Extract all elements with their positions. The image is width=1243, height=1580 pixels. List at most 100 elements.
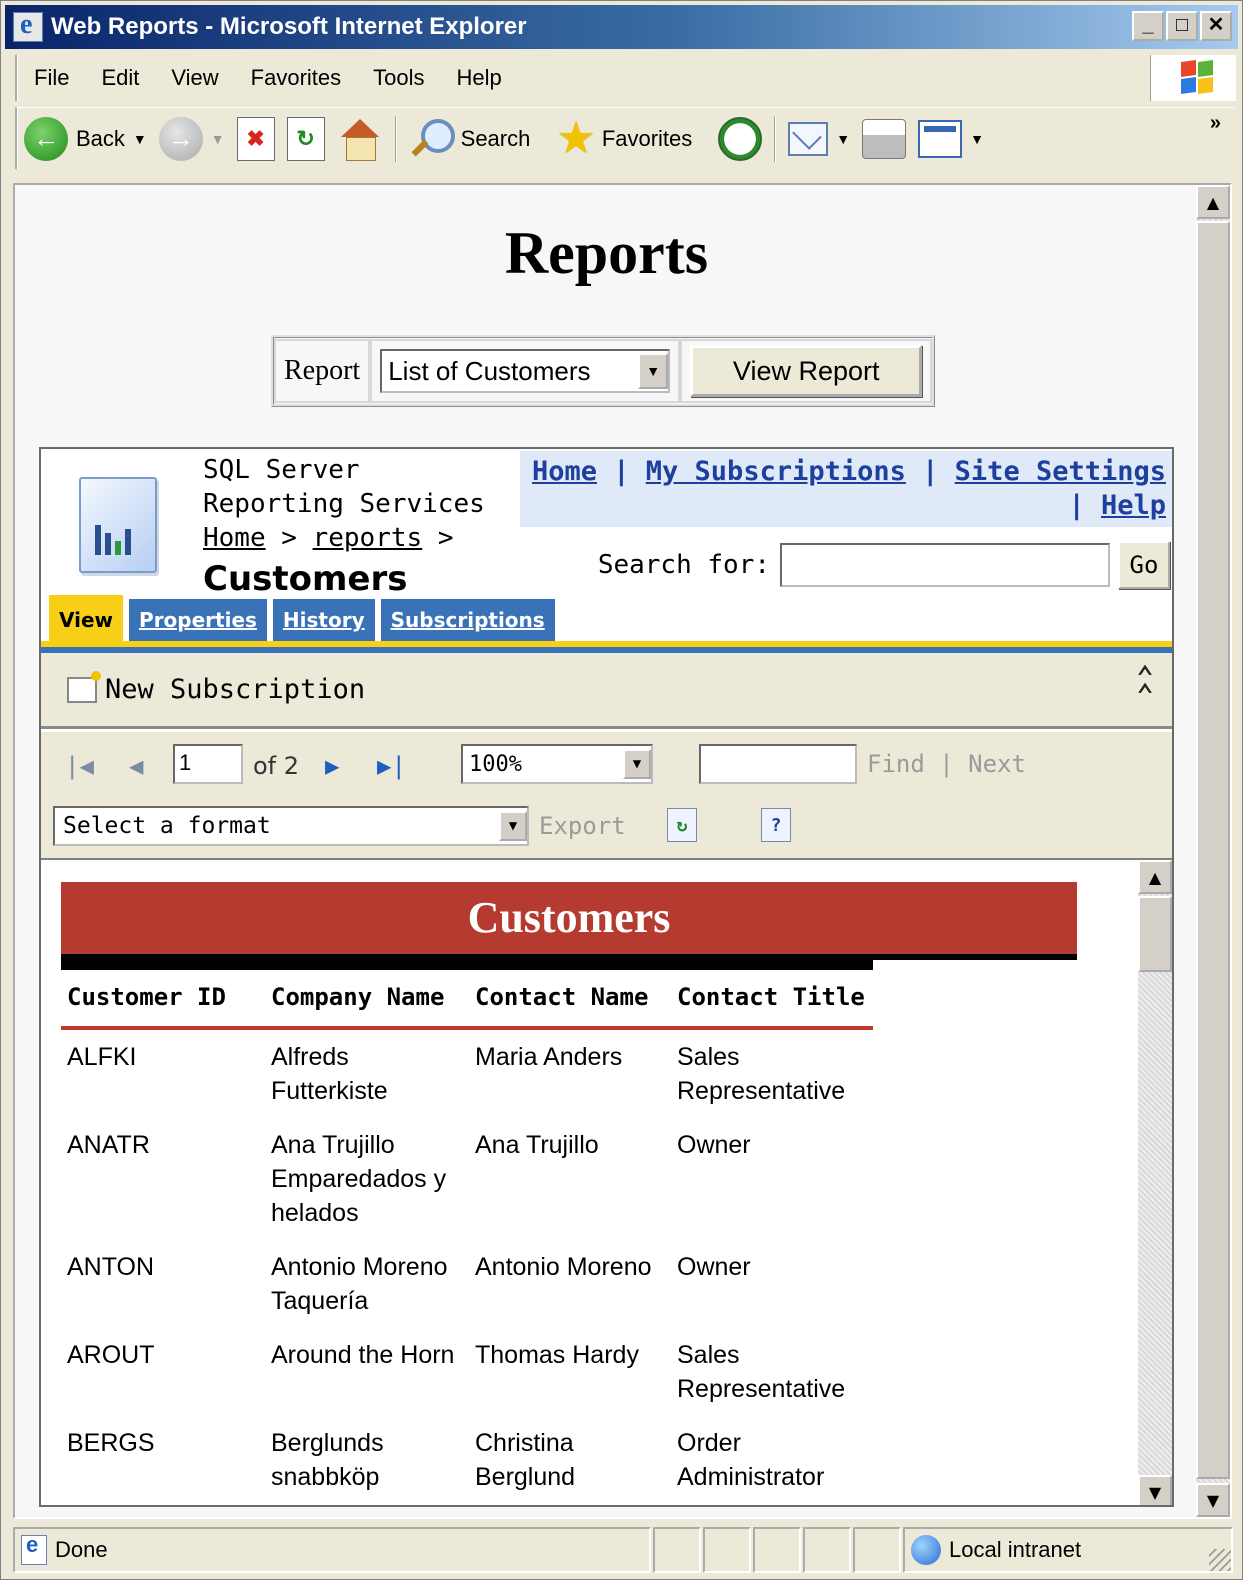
favorites-button[interactable]: ★ Favorites	[550, 114, 698, 164]
stop-button[interactable]: ✖	[231, 114, 281, 164]
find-input[interactable]	[699, 744, 857, 784]
toolbar-separator	[774, 115, 777, 162]
edit-button[interactable]: ▼	[912, 114, 990, 164]
zoom-select[interactable]: 100% ▼	[461, 744, 653, 784]
report-heading: Customers	[203, 559, 408, 599]
edit-dropdown-icon[interactable]: ▼	[970, 131, 984, 147]
page-number-input[interactable]: 1	[173, 744, 243, 784]
breadcrumb-home-link[interactable]: Home	[203, 523, 266, 553]
toolbar-overflow-icon[interactable]: »	[1210, 112, 1221, 135]
favorites-label: Favorites	[601, 125, 693, 151]
mail-button[interactable]: ▼	[782, 114, 856, 164]
forward-dropdown-icon[interactable]: ▼	[211, 131, 225, 147]
scroll-down-icon[interactable]: ▼	[1196, 1483, 1230, 1517]
page-title: Reports	[504, 220, 709, 286]
status-pane	[803, 1527, 851, 1573]
tab-history[interactable]: History	[272, 599, 375, 641]
new-subscription-icon	[67, 670, 101, 703]
tab-view[interactable]: View	[49, 595, 124, 641]
chevron-down-icon[interactable]: ▼	[623, 749, 651, 779]
contact-title-cell: Owner	[677, 1253, 751, 1281]
new-subscription-link[interactable]: New Subscription	[105, 674, 365, 705]
history-button[interactable]	[712, 114, 768, 164]
customer-id-cell: ALFKI	[67, 1043, 137, 1071]
view-report-button[interactable]: View Report	[690, 345, 923, 397]
home-button[interactable]	[331, 114, 389, 164]
go-button[interactable]: Go	[1118, 541, 1170, 589]
maximize-button[interactable]: □	[1166, 11, 1198, 41]
refresh-button[interactable]: ↻	[281, 114, 331, 164]
report-header-rule	[61, 954, 873, 970]
scroll-thumb[interactable]	[1138, 896, 1172, 972]
find-links: Find | Next	[867, 750, 1026, 778]
close-button[interactable]: ✕	[1200, 11, 1232, 41]
refresh-report-icon[interactable]: ↻	[667, 808, 697, 842]
search-input[interactable]	[780, 543, 1110, 587]
menu-edit[interactable]: Edit	[85, 65, 155, 91]
status-text-cell: Done	[13, 1527, 651, 1573]
scroll-up-icon[interactable]: ▲	[1196, 185, 1230, 219]
menu-favorites[interactable]: Favorites	[235, 65, 357, 91]
page-scrollbar[interactable]: ▲ ▼	[1196, 185, 1230, 1517]
back-dropdown-icon[interactable]: ▼	[133, 131, 147, 147]
mail-dropdown-icon[interactable]: ▼	[836, 131, 850, 147]
home-link[interactable]: Home	[532, 456, 597, 487]
report-select[interactable]: List of Customers ▼	[380, 349, 671, 393]
tab-subscriptions[interactable]: Subscriptions	[380, 599, 555, 641]
status-bar: Done Local intranet	[13, 1527, 1233, 1573]
menu-view[interactable]: View	[155, 65, 234, 91]
menu-file[interactable]: File	[18, 65, 85, 91]
page-count: of 2	[253, 752, 300, 780]
report-document-icon	[79, 477, 157, 573]
column-header: Company Name	[265, 974, 469, 1030]
report-manager-header: SQL Server Reporting Services Home > rep…	[41, 449, 1172, 599]
customers-table: Customer ID Company Name Contact Name Co…	[61, 974, 873, 1504]
windows-flag-icon	[1181, 59, 1213, 95]
report-scrollbar[interactable]: ▲ ▼	[1138, 860, 1172, 1505]
help-icon[interactable]: ?	[761, 808, 791, 842]
report-manager-frame: SQL Server Reporting Services Home > rep…	[39, 447, 1174, 1507]
chevron-down-icon[interactable]: ▼	[499, 811, 527, 841]
export-link[interactable]: Export	[539, 812, 626, 840]
minimize-button[interactable]: _	[1132, 11, 1164, 41]
menu-tools[interactable]: Tools	[357, 65, 440, 91]
breadcrumb-separator: >	[281, 523, 297, 553]
last-page-icon[interactable]: ▶|	[377, 752, 406, 780]
menu-help[interactable]: Help	[441, 65, 518, 91]
subscription-bar: New Subscription ⌃ ⌃	[41, 653, 1172, 729]
table-row: BERGS Berglunds snabbköp Christina Bergl…	[61, 1416, 873, 1504]
company-name-cell: Berglunds snabbköp	[271, 1429, 384, 1491]
contact-title-cell: Owner	[677, 1131, 751, 1159]
forward-button[interactable]: → ▼	[153, 114, 231, 164]
chevron-down-icon[interactable]: ▼	[638, 353, 669, 389]
contact-name-cell: Thomas Hardy	[475, 1341, 639, 1369]
scroll-up-icon[interactable]: ▲	[1138, 860, 1172, 894]
resize-grip-icon[interactable]	[1209, 1549, 1231, 1571]
previous-page-icon[interactable]: ◀	[129, 752, 143, 780]
first-page-icon[interactable]: |◀	[65, 752, 94, 780]
find-link[interactable]: Find	[867, 750, 925, 778]
history-icon	[718, 116, 763, 161]
scroll-thumb[interactable]	[1196, 221, 1230, 1479]
scroll-down-icon[interactable]: ▼	[1138, 1475, 1172, 1505]
tab-properties[interactable]: Properties	[129, 599, 267, 641]
table-row: ALFKI Alfreds Futterkiste Maria Anders S…	[61, 1028, 873, 1118]
breadcrumb-reports-link[interactable]: reports	[313, 523, 423, 553]
back-button[interactable]: ← Back ▼	[18, 114, 153, 164]
my-subscriptions-link[interactable]: My Subscriptions	[646, 456, 906, 487]
search-button[interactable]: Search	[403, 114, 537, 164]
report-select-value: List of Customers	[388, 355, 591, 386]
site-settings-link[interactable]: Site Settings	[955, 456, 1166, 487]
report-form: Report List of Customers ▼ View Report	[271, 335, 936, 407]
contact-name-cell: Christina Berglund	[475, 1429, 576, 1491]
print-button[interactable]	[856, 114, 912, 164]
export-format-value: Select a format	[63, 813, 271, 839]
browser-window: Web Reports - Microsoft Internet Explore…	[0, 0, 1243, 1580]
status-pane	[853, 1527, 901, 1573]
next-link[interactable]: Next	[968, 750, 1026, 778]
windows-logo	[1150, 55, 1236, 101]
collapse-icon[interactable]: ⌃ ⌃	[1136, 663, 1154, 711]
next-page-icon[interactable]: ▶	[325, 752, 339, 780]
help-link[interactable]: Help	[1101, 490, 1166, 521]
export-format-select[interactable]: Select a format ▼	[53, 806, 529, 846]
